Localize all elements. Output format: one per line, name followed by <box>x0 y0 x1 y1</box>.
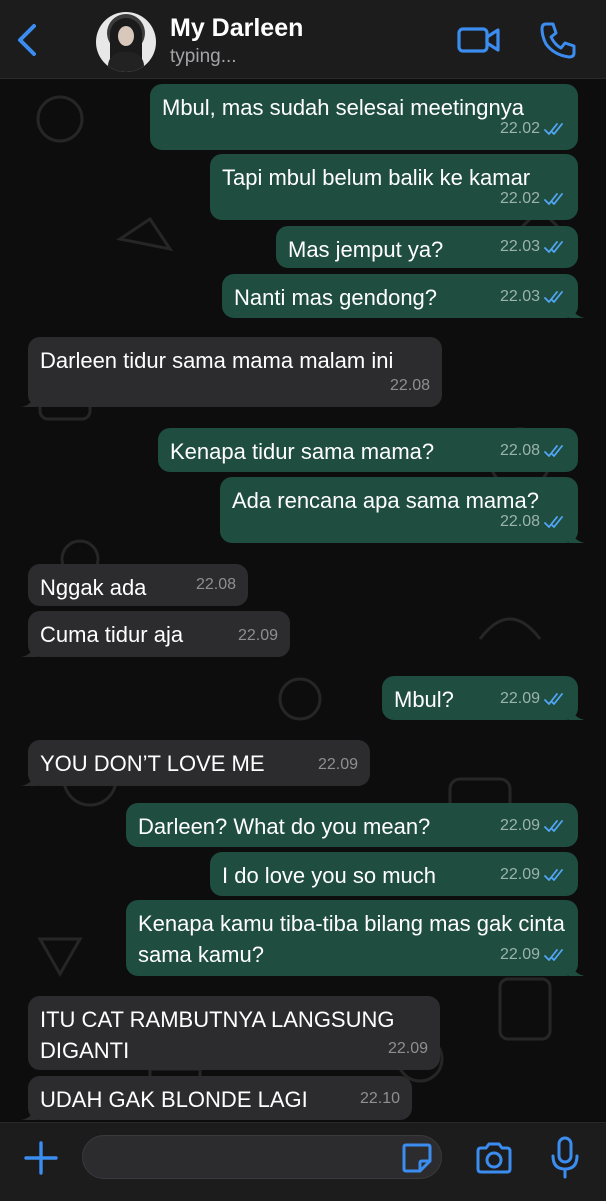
read-receipt-icon <box>544 515 563 528</box>
message-meta: 22.09 <box>388 1033 428 1064</box>
message-time: 22.03 <box>499 238 540 255</box>
attach-button[interactable] <box>22 1139 60 1177</box>
message-meta: 22.02 <box>500 183 566 214</box>
sticker-button[interactable] <box>400 1141 434 1175</box>
outgoing-message[interactable]: Kenapa tidur sama mama? 22.08 <box>158 428 578 472</box>
message-meta: 22.09 <box>500 939 566 970</box>
read-receipt-icon <box>544 692 563 705</box>
voice-call-button[interactable] <box>536 18 580 62</box>
message-meta: 22.09 <box>500 810 566 841</box>
message-time: 22.09 <box>499 690 540 707</box>
incoming-message[interactable]: ITU CAT RAMBUTNYA LANGSUNG DIGANTI 22.09 <box>28 996 440 1070</box>
camera-button[interactable] <box>474 1139 514 1177</box>
message-meta: 22.10 <box>360 1083 400 1114</box>
outgoing-message[interactable]: Ada rencana apa sama mama? 22.08 <box>220 477 585 543</box>
read-receipt-icon <box>544 819 563 832</box>
read-receipt-icon <box>544 868 563 881</box>
read-receipt-icon <box>544 444 563 457</box>
message-meta: 22.03 <box>500 281 566 312</box>
plus-icon <box>24 1141 58 1175</box>
microphone-icon <box>551 1136 579 1179</box>
incoming-message[interactable]: Nggak ada 22.08 <box>28 564 248 606</box>
message-time: 22.09 <box>317 756 358 773</box>
incoming-message[interactable]: YOU DON’T LOVE ME 22.09 <box>21 740 370 786</box>
read-receipt-icon <box>544 122 563 135</box>
outgoing-message[interactable]: Nanti mas gendong? 22.03 <box>222 274 585 318</box>
outgoing-message[interactable]: Mbul, mas sudah selesai meetingnya 22.02 <box>150 84 578 150</box>
message-time: 22.09 <box>499 946 540 963</box>
message-time: 22.08 <box>195 576 236 593</box>
outgoing-message[interactable]: Mbul? 22.09 <box>382 676 585 720</box>
microphone-button[interactable] <box>550 1135 580 1181</box>
message-meta: 22.03 <box>500 231 566 262</box>
outgoing-message[interactable]: Darleen? What do you mean? 22.09 <box>126 803 578 847</box>
camera-icon <box>476 1142 512 1174</box>
chevron-left-icon <box>18 24 36 56</box>
message-meta: 22.08 <box>500 506 566 537</box>
message-time: 22.09 <box>237 627 278 644</box>
message-time: 22.09 <box>387 1040 428 1057</box>
message-input[interactable] <box>82 1135 442 1179</box>
message-time: 22.08 <box>499 442 540 459</box>
message-meta: 22.09 <box>500 683 566 714</box>
message-time: 22.02 <box>499 120 540 137</box>
bubble-tail <box>569 704 585 720</box>
bubble-tail <box>569 527 585 543</box>
outgoing-message[interactable]: Kenapa kamu tiba-tiba bilang mas gak cin… <box>126 900 585 976</box>
outgoing-message[interactable]: Tapi mbul belum balik ke kamar 22.02 <box>210 154 578 220</box>
message-time: 22.03 <box>499 288 540 305</box>
message-meta: 22.08 <box>196 569 236 600</box>
message-text: Darleen tidur sama mama malam ini <box>40 348 394 373</box>
read-receipt-icon <box>544 240 563 253</box>
message-list[interactable]: Mbul, mas sudah selesai meetingnya 22.02 T… <box>0 79 606 1121</box>
message-meta: 22.09 <box>238 620 278 651</box>
contact-status: typing... <box>170 46 237 67</box>
bubble-tail <box>21 1104 37 1120</box>
message-time: 22.02 <box>499 190 540 207</box>
sticker-icon <box>402 1143 432 1173</box>
message-time: 22.08 <box>499 513 540 530</box>
message-text: ITU CAT RAMBUTNYA LANGSUNG DIGANTI <box>40 1007 401 1063</box>
message-time: 22.09 <box>499 866 540 883</box>
bubble-tail <box>21 641 37 657</box>
contact-name[interactable]: My Darleen <box>170 14 303 43</box>
phone-icon <box>540 22 576 59</box>
message-meta: 22.02 <box>500 113 566 144</box>
video-call-button[interactable] <box>456 20 502 60</box>
incoming-message[interactable]: Cuma tidur aja 22.09 <box>21 611 290 657</box>
read-receipt-icon <box>544 290 563 303</box>
message-text: YOU DON’T LOVE ME <box>40 751 265 776</box>
bubble-tail <box>21 391 37 407</box>
incoming-message[interactable]: UDAH GAK BLONDE LAGI 22.10 <box>21 1076 412 1120</box>
message-time: 22.10 <box>359 1090 400 1107</box>
back-button[interactable] <box>8 18 48 62</box>
message-time: 22.08 <box>389 377 430 394</box>
outgoing-message[interactable]: I do love you so much 22.09 <box>210 852 578 896</box>
chat-header: My Darleen typing... <box>0 0 606 79</box>
message-meta: 22.09 <box>318 749 358 780</box>
video-camera-icon <box>457 27 500 53</box>
incoming-message[interactable]: Darleen tidur sama mama malam ini 22.08 <box>21 337 442 407</box>
bubble-tail <box>569 960 585 976</box>
message-meta: 22.09 <box>500 859 566 890</box>
bubble-tail <box>569 302 585 318</box>
bubble-tail <box>21 770 37 786</box>
read-receipt-icon <box>544 948 563 961</box>
compose-bar <box>0 1122 606 1201</box>
message-text: UDAH GAK BLONDE LAGI <box>40 1087 308 1112</box>
message-meta: 22.08 <box>500 435 566 466</box>
contact-avatar[interactable] <box>96 12 156 72</box>
message-time: 22.09 <box>499 817 540 834</box>
read-receipt-icon <box>544 192 563 205</box>
outgoing-message[interactable]: Mas jemput ya? 22.03 <box>276 226 578 268</box>
message-meta: 22.08 <box>390 370 430 401</box>
